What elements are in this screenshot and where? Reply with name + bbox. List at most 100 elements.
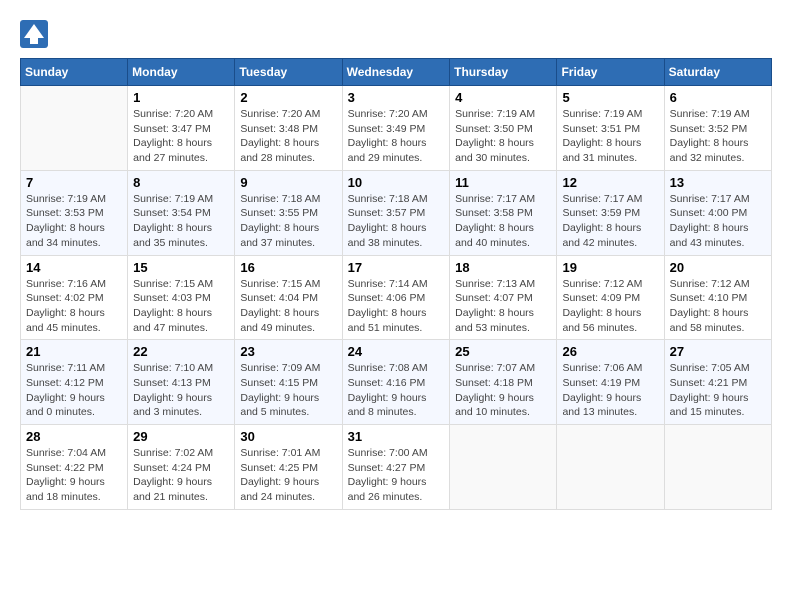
calendar-day-cell: 22 Sunrise: 7:10 AM Sunset: 4:13 PM Dayli… [128, 340, 235, 425]
day-info: Sunrise: 7:14 AM Sunset: 4:06 PM Dayligh… [348, 277, 445, 336]
day-info: Sunrise: 7:06 AM Sunset: 4:19 PM Dayligh… [562, 361, 658, 420]
calendar-day-cell: 25Sunrise: 7:07 AM Sunset: 4:18 PM Dayli… [450, 340, 557, 425]
day-number: 10 [348, 175, 445, 190]
column-header-tuesday: Tuesday [235, 59, 342, 86]
calendar-day-cell: 13Sunrise: 7:17 AM Sunset: 4:00 PM Dayli… [664, 170, 771, 255]
day-info: Sunrise: 7:00 AM Sunset: 4:27 PM Dayligh… [348, 446, 445, 505]
day-number: 28 [26, 429, 122, 444]
day-info: Sunrise: 7:15 AM Sunset: 4:04 PM Dayligh… [240, 277, 336, 336]
day-info: Sunrise: 7:19 AM Sunset: 3:51 PM Dayligh… [562, 107, 658, 166]
calendar-header-row: SundayMondayTuesdayWednesdayThursdayFrid… [21, 59, 772, 86]
column-header-thursday: Thursday [450, 59, 557, 86]
day-number: 12 [562, 175, 658, 190]
calendar-day-cell: 23 Sunrise: 7:09 AM Sunset: 4:15 PM Dayli… [235, 340, 342, 425]
column-header-sunday: Sunday [21, 59, 128, 86]
day-number: 1 [133, 90, 229, 105]
day-number: 23 [240, 344, 336, 359]
day-number: 26 [562, 344, 658, 359]
day-number: 7 [26, 175, 122, 190]
day-number: 11 [455, 175, 551, 190]
calendar-day-cell: 6 Sunrise: 7:19 AM Sunset: 3:52 PM Daylig… [664, 86, 771, 171]
calendar-table: SundayMondayTuesdayWednesdayThursdayFrid… [20, 58, 772, 510]
empty-cell [664, 425, 771, 510]
page-header [20, 20, 772, 48]
day-info: Sunrise: 7:15 AM Sunset: 4:03 PM Dayligh… [133, 277, 229, 336]
day-number: 8 [133, 175, 229, 190]
calendar-day-cell: 3Sunrise: 7:20 AM Sunset: 3:49 PM Daylig… [342, 86, 450, 171]
calendar-week-row: 14 Sunrise: 7:16 AM Sunset: 4:02 PM Dayli… [21, 255, 772, 340]
calendar-day-cell: 8 Sunrise: 7:19 AM Sunset: 3:54 PM Daylig… [128, 170, 235, 255]
calendar-day-cell: 31 Sunrise: 7:00 AM Sunset: 4:27 PM Dayli… [342, 425, 450, 510]
calendar-day-cell: 24 Sunrise: 7:08 AM Sunset: 4:16 PM Dayli… [342, 340, 450, 425]
calendar-day-cell: 1Sunrise: 7:20 AM Sunset: 3:47 PM Daylig… [128, 86, 235, 171]
calendar-day-cell: 21 Sunrise: 7:11 AM Sunset: 4:12 PM Dayli… [21, 340, 128, 425]
day-info: Sunrise: 7:07 AM Sunset: 4:18 PM Dayligh… [455, 361, 551, 420]
calendar-day-cell: 5 Sunrise: 7:19 AM Sunset: 3:51 PM Daylig… [557, 86, 664, 171]
day-number: 15 [133, 260, 229, 275]
day-info: Sunrise: 7:17 AM Sunset: 3:59 PM Dayligh… [562, 192, 658, 251]
logo-icon [20, 20, 48, 48]
empty-cell [21, 86, 128, 171]
calendar-day-cell: 26 Sunrise: 7:06 AM Sunset: 4:19 PM Dayli… [557, 340, 664, 425]
day-number: 14 [26, 260, 122, 275]
day-info: Sunrise: 7:17 AM Sunset: 3:58 PM Dayligh… [455, 192, 551, 251]
day-number: 19 [562, 260, 658, 275]
empty-cell [557, 425, 664, 510]
calendar-day-cell: 19Sunrise: 7:12 AM Sunset: 4:09 PM Dayli… [557, 255, 664, 340]
day-number: 20 [670, 260, 766, 275]
calendar-week-row: 1Sunrise: 7:20 AM Sunset: 3:47 PM Daylig… [21, 86, 772, 171]
logo [20, 20, 50, 48]
day-number: 21 [26, 344, 122, 359]
day-info: Sunrise: 7:19 AM Sunset: 3:52 PM Dayligh… [670, 107, 766, 166]
day-number: 4 [455, 90, 551, 105]
day-number: 27 [670, 344, 766, 359]
day-number: 9 [240, 175, 336, 190]
day-info: Sunrise: 7:11 AM Sunset: 4:12 PM Dayligh… [26, 361, 122, 420]
day-info: Sunrise: 7:08 AM Sunset: 4:16 PM Dayligh… [348, 361, 445, 420]
column-header-friday: Friday [557, 59, 664, 86]
calendar-week-row: 7 Sunrise: 7:19 AM Sunset: 3:53 PM Daylig… [21, 170, 772, 255]
calendar-day-cell: 18Sunrise: 7:13 AM Sunset: 4:07 PM Dayli… [450, 255, 557, 340]
calendar-day-cell: 20 Sunrise: 7:12 AM Sunset: 4:10 PM Dayli… [664, 255, 771, 340]
day-info: Sunrise: 7:09 AM Sunset: 4:15 PM Dayligh… [240, 361, 336, 420]
day-info: Sunrise: 7:16 AM Sunset: 4:02 PM Dayligh… [26, 277, 122, 336]
day-info: Sunrise: 7:19 AM Sunset: 3:54 PM Dayligh… [133, 192, 229, 251]
day-number: 24 [348, 344, 445, 359]
day-number: 30 [240, 429, 336, 444]
day-number: 16 [240, 260, 336, 275]
day-number: 31 [348, 429, 445, 444]
day-number: 17 [348, 260, 445, 275]
day-info: Sunrise: 7:18 AM Sunset: 3:55 PM Dayligh… [240, 192, 336, 251]
calendar-day-cell: 29Sunrise: 7:02 AM Sunset: 4:24 PM Dayli… [128, 425, 235, 510]
day-info: Sunrise: 7:17 AM Sunset: 4:00 PM Dayligh… [670, 192, 766, 251]
day-info: Sunrise: 7:10 AM Sunset: 4:13 PM Dayligh… [133, 361, 229, 420]
calendar-day-cell: 7 Sunrise: 7:19 AM Sunset: 3:53 PM Daylig… [21, 170, 128, 255]
calendar-week-row: 28 Sunrise: 7:04 AM Sunset: 4:22 PM Dayli… [21, 425, 772, 510]
calendar-day-cell: 11 Sunrise: 7:17 AM Sunset: 3:58 PM Dayli… [450, 170, 557, 255]
day-info: Sunrise: 7:19 AM Sunset: 3:50 PM Dayligh… [455, 107, 551, 166]
calendar-day-cell: 10 Sunrise: 7:18 AM Sunset: 3:57 PM Dayli… [342, 170, 450, 255]
day-info: Sunrise: 7:12 AM Sunset: 4:10 PM Dayligh… [670, 277, 766, 336]
day-number: 29 [133, 429, 229, 444]
day-number: 5 [562, 90, 658, 105]
calendar-day-cell: 15 Sunrise: 7:15 AM Sunset: 4:03 PM Dayli… [128, 255, 235, 340]
day-number: 22 [133, 344, 229, 359]
calendar-day-cell: 30 Sunrise: 7:01 AM Sunset: 4:25 PM Dayli… [235, 425, 342, 510]
day-number: 2 [240, 90, 336, 105]
day-info: Sunrise: 7:19 AM Sunset: 3:53 PM Dayligh… [26, 192, 122, 251]
day-info: Sunrise: 7:04 AM Sunset: 4:22 PM Dayligh… [26, 446, 122, 505]
calendar-day-cell: 4 Sunrise: 7:19 AM Sunset: 3:50 PM Daylig… [450, 86, 557, 171]
calendar-day-cell: 2 Sunrise: 7:20 AM Sunset: 3:48 PM Daylig… [235, 86, 342, 171]
calendar-week-row: 21 Sunrise: 7:11 AM Sunset: 4:12 PM Dayli… [21, 340, 772, 425]
empty-cell [450, 425, 557, 510]
day-number: 3 [348, 90, 445, 105]
calendar-day-cell: 9 Sunrise: 7:18 AM Sunset: 3:55 PM Daylig… [235, 170, 342, 255]
column-header-wednesday: Wednesday [342, 59, 450, 86]
day-info: Sunrise: 7:01 AM Sunset: 4:25 PM Dayligh… [240, 446, 336, 505]
calendar-day-cell: 12 Sunrise: 7:17 AM Sunset: 3:59 PM Dayli… [557, 170, 664, 255]
calendar-day-cell: 27Sunrise: 7:05 AM Sunset: 4:21 PM Dayli… [664, 340, 771, 425]
day-number: 6 [670, 90, 766, 105]
calendar-day-cell: 17 Sunrise: 7:14 AM Sunset: 4:06 PM Dayli… [342, 255, 450, 340]
day-info: Sunrise: 7:20 AM Sunset: 3:48 PM Dayligh… [240, 107, 336, 166]
day-info: Sunrise: 7:18 AM Sunset: 3:57 PM Dayligh… [348, 192, 445, 251]
